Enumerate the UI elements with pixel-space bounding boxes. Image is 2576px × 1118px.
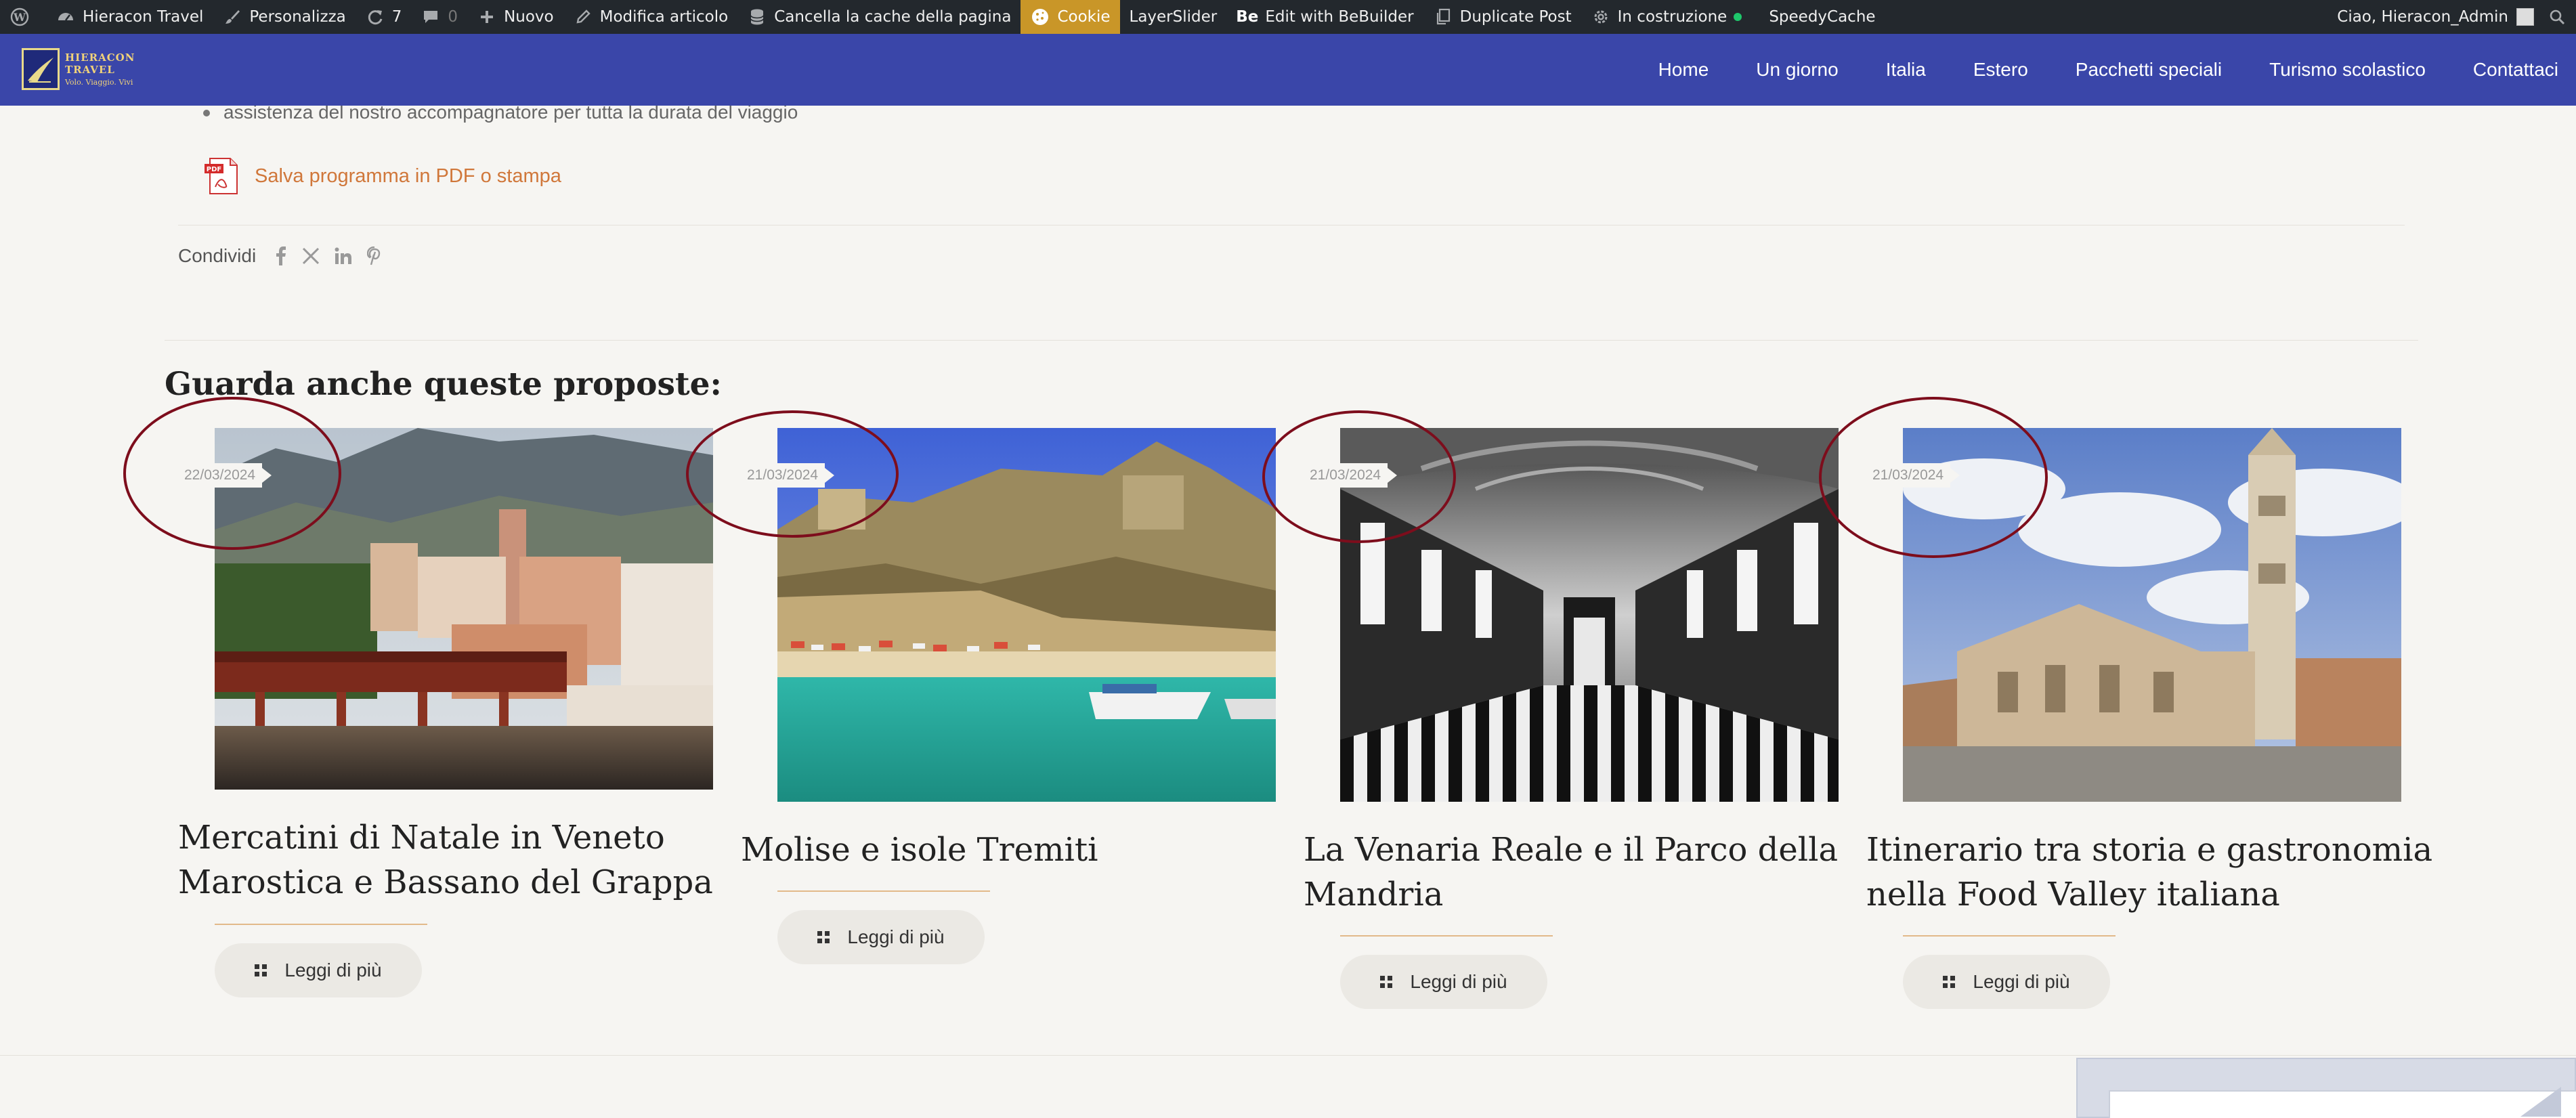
read-more-button[interactable]: Leggi di più bbox=[1903, 955, 2110, 1009]
main-navigation: Home Un giorno Italia Estero Pacchetti s… bbox=[1635, 34, 2576, 106]
gear-icon bbox=[1591, 7, 1611, 27]
database-icon bbox=[747, 7, 767, 27]
footer-divider bbox=[0, 1055, 2576, 1056]
maintenance-label: In costruzione bbox=[1617, 8, 1727, 26]
site-name-label: Hieracon Travel bbox=[83, 8, 204, 26]
badge-inner-panel bbox=[2109, 1090, 2576, 1118]
bebuilder-label: Edit with BeBuilder bbox=[1265, 8, 1414, 26]
copy-icon bbox=[1433, 7, 1453, 27]
card-title-line: Itinerario tra storia e gastronomia bbox=[1866, 831, 2433, 869]
card-title[interactable]: Itinerario tra storia e gastronomia nell… bbox=[1866, 827, 2432, 917]
corner-arrow-icon bbox=[2520, 1087, 2561, 1117]
customize-label: Personalizza bbox=[249, 8, 346, 26]
comment-icon bbox=[421, 7, 441, 27]
layerslider-label: LayerSlider bbox=[1129, 8, 1218, 26]
svg-text:W: W bbox=[13, 11, 26, 24]
cookie-icon bbox=[1030, 7, 1050, 27]
speedycache-link[interactable]: SpeedyCache bbox=[1751, 0, 1885, 34]
wordpress-icon: W bbox=[9, 7, 30, 27]
nav-turismo-scolastico[interactable]: Turismo scolastico bbox=[2246, 59, 2449, 81]
grid-icon bbox=[1943, 976, 1956, 988]
date-label: 21/03/2024 bbox=[1872, 467, 1944, 483]
nav-contattaci[interactable]: Contattaci bbox=[2449, 59, 2576, 81]
dashboard-icon bbox=[56, 7, 76, 27]
nav-home[interactable]: Home bbox=[1635, 59, 1733, 81]
avatar bbox=[2516, 8, 2534, 26]
updates-count: 7 bbox=[391, 8, 402, 26]
logo-mark bbox=[22, 48, 60, 90]
new-content-link[interactable]: Nuovo bbox=[467, 0, 563, 34]
duplicate-post-link[interactable]: Duplicate Post bbox=[1423, 0, 1581, 34]
date-badge: 21/03/2024 bbox=[1866, 463, 1960, 488]
nav-un-giorno[interactable]: Un giorno bbox=[1732, 59, 1862, 81]
brush-icon bbox=[222, 7, 242, 27]
cookie-label: Cookie bbox=[1057, 8, 1111, 26]
nav-pacchetti-speciali[interactable]: Pacchetti speciali bbox=[2052, 59, 2246, 81]
layerslider-link[interactable]: LayerSlider bbox=[1120, 0, 1227, 34]
pencil-icon bbox=[573, 7, 593, 27]
my-account-menu[interactable]: Ciao, Hieracon_Admin bbox=[2327, 0, 2539, 34]
logo-title: HIERACON TRAVEL bbox=[65, 51, 135, 76]
customize-link[interactable]: Personalizza bbox=[213, 0, 355, 34]
updates-link[interactable]: 7 bbox=[356, 0, 412, 34]
page-content: assistenza del nostro accompagnatore per… bbox=[0, 0, 2576, 1118]
cookie-menu[interactable]: Cookie bbox=[1021, 0, 1120, 34]
search-icon bbox=[2549, 9, 2565, 25]
related-card: 21/03/2024 Itinerario tra storia e gastr… bbox=[0, 0, 2438, 1056]
comments-count: 0 bbox=[448, 8, 458, 26]
logo-tagline: Volo. Viaggio. Vivi bbox=[65, 78, 133, 87]
new-content-label: Nuovo bbox=[504, 8, 554, 26]
plus-icon bbox=[477, 7, 497, 27]
comments-link[interactable]: 0 bbox=[411, 0, 467, 34]
bebuilder-link[interactable]: Be Edit with BeBuilder bbox=[1226, 0, 1423, 34]
speedycache-label: SpeedyCache bbox=[1769, 8, 1876, 26]
site-logo[interactable]: HIERACON TRAVEL Volo. Viaggio. Vivi bbox=[22, 47, 165, 91]
clear-cache-link[interactable]: Cancella la cache della pagina bbox=[737, 0, 1021, 34]
edit-article-label: Modifica articolo bbox=[599, 8, 729, 26]
card-image-modena[interactable] bbox=[1903, 428, 2401, 802]
maintenance-mode-link[interactable]: In costruzione bbox=[1581, 0, 1752, 34]
status-dot bbox=[1734, 13, 1742, 21]
refresh-icon bbox=[365, 7, 385, 27]
site-header: HIERACON TRAVEL Volo. Viaggio. Vivi Home… bbox=[0, 34, 2576, 106]
greeting-label: Ciao, Hieracon_Admin bbox=[2337, 8, 2508, 26]
title-underline bbox=[1903, 935, 2116, 937]
read-more-label: Leggi di più bbox=[1973, 971, 2070, 992]
site-name-link[interactable]: Hieracon Travel bbox=[46, 0, 213, 34]
wp-admin-bar: W Hieracon Travel Personalizza 7 0 Nuovo bbox=[0, 0, 2576, 34]
nav-estero[interactable]: Estero bbox=[1950, 59, 2052, 81]
card-title-line: nella Food Valley italiana bbox=[1866, 876, 2280, 913]
edit-article-link[interactable]: Modifica articolo bbox=[563, 0, 738, 34]
recaptcha-badge[interactable] bbox=[2076, 1058, 2576, 1118]
bebuilder-badge: Be bbox=[1236, 8, 1259, 26]
wordpress-logo-button[interactable]: W bbox=[0, 0, 46, 34]
nav-italia[interactable]: Italia bbox=[1862, 59, 1950, 81]
clear-cache-label: Cancella la cache della pagina bbox=[774, 8, 1012, 26]
admin-search-button[interactable] bbox=[2539, 0, 2576, 34]
duplicate-post-label: Duplicate Post bbox=[1459, 8, 1572, 26]
